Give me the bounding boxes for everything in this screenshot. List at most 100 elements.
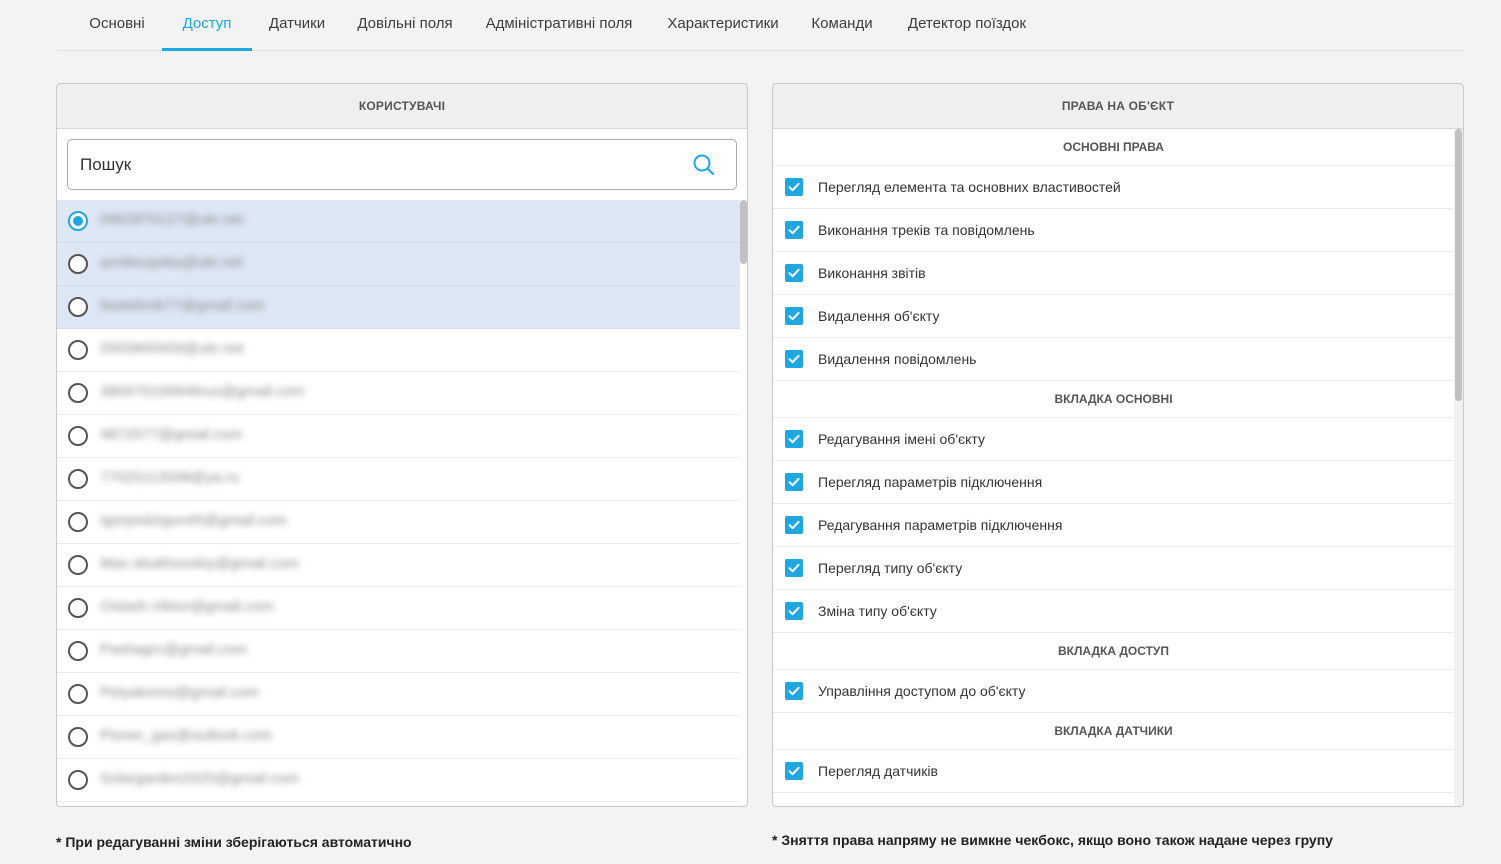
rights-section-title: ВКЛАДКА ДАТЧИКИ [773, 713, 1454, 750]
right-label: Видалення повідомлень [818, 351, 977, 367]
right-item[interactable]: Зміна типу об'єкту [773, 590, 1454, 633]
rights-list: ОСНОВНІ ПРАВА Перегляд елемента та основн… [773, 129, 1454, 806]
right-label: Редагування імені об'єкту [818, 431, 985, 447]
right-item[interactable]: Видалення повідомлень [773, 338, 1454, 381]
user-row[interactable]: 0505865959@ukr.net [57, 329, 740, 372]
user-email: Igorpodzigun45@gmail.com [100, 512, 287, 529]
user-list: 0662870127@ukr.net armbezpeka@ukr.net fast… [57, 200, 740, 806]
user-radio[interactable] [68, 641, 88, 661]
rights-list-scrollbar[interactable] [1454, 129, 1463, 806]
user-email: 0505865959@ukr.net [100, 340, 244, 357]
user-row[interactable]: Pashagrc@gmail.com [57, 630, 740, 673]
user-radio[interactable] [68, 297, 88, 317]
right-checkbox[interactable] [785, 516, 803, 534]
tab-access[interactable]: Доступ [162, 0, 252, 51]
search-icon[interactable] [692, 153, 716, 177]
rights-section-title: ВКЛАДКА ОСНОВНІ [773, 381, 1454, 418]
user-row[interactable]: Igorpodzigun45@gmail.com [57, 501, 740, 544]
user-row[interactable]: armbezpeka@ukr.net [57, 243, 740, 286]
right-checkbox[interactable] [785, 178, 803, 196]
user-list-scrollbar[interactable] [740, 200, 747, 806]
user-radio[interactable] [68, 211, 88, 231]
user-row[interactable]: Max.obukhovskiy@gmail.com [57, 544, 740, 587]
rights-section-title: ОСНОВНІ ПРАВА [773, 129, 1454, 166]
right-label: Перегляд датчиків [818, 763, 938, 779]
user-email: Pioner_gas@outlook.com [100, 727, 272, 744]
right-checkbox[interactable] [785, 762, 803, 780]
right-label: Перегляд параметрів підключення [818, 474, 1043, 490]
tab-commands[interactable]: Команди [807, 0, 877, 50]
user-row[interactable]: 380970106946rus@gmail.com [57, 372, 740, 415]
user-radio[interactable] [68, 598, 88, 618]
group-rights-note: * Зняття права напряму не вимкне чекбокс… [772, 832, 1333, 848]
user-row[interactable]: 0662870127@ukr.net [57, 200, 740, 243]
user-radio[interactable] [68, 469, 88, 489]
right-checkbox[interactable] [785, 473, 803, 491]
tab-trip-detector[interactable]: Детектор поїздок [901, 0, 1033, 50]
user-radio[interactable] [68, 684, 88, 704]
user-email: Petyakomo@gmail.com [100, 684, 259, 701]
tab-admin-fields[interactable]: Адміністративні поля [481, 0, 637, 50]
right-item[interactable]: Редагування імені об'єкту [773, 418, 1454, 461]
user-radio[interactable] [68, 770, 88, 790]
rights-section-title: ВКЛАДКА ДОСТУП [773, 633, 1454, 670]
user-row[interactable]: fasttehnik77@gmail.com [57, 286, 740, 329]
tab-characteristics[interactable]: Характеристики [661, 0, 785, 50]
right-label: Виконання треків та повідомлень [818, 222, 1035, 238]
rights-panel: ПРАВА НА ОБ'ЄКТ ОСНОВНІ ПРАВА Перегляд ел… [772, 83, 1464, 807]
right-label: Перегляд елемента та основних властивост… [818, 179, 1121, 195]
right-checkbox[interactable] [785, 559, 803, 577]
right-item[interactable]: Перегляд типу об'єкту [773, 547, 1454, 590]
users-panel-title: КОРИСТУВАЧІ [57, 84, 747, 129]
tab-sensors[interactable]: Датчики [262, 0, 332, 50]
user-row[interactable]: Solargarden2025@gmail.com [57, 759, 740, 802]
user-radio[interactable] [68, 383, 88, 403]
users-panel: КОРИСТУВАЧІ 0662870127@ukr.net armbezpeka… [56, 83, 748, 807]
user-radio[interactable] [68, 254, 88, 274]
user-email: Pashagrc@gmail.com [100, 641, 247, 658]
right-label: Редагування параметрів підключення [818, 517, 1063, 533]
right-label: Виконання звітів [818, 265, 926, 281]
right-checkbox[interactable] [785, 221, 803, 239]
user-row[interactable]: 4872577@gmail.com [57, 415, 740, 458]
tab-basic[interactable]: Основні [78, 0, 156, 50]
right-label: Перегляд типу об'єкту [818, 560, 963, 576]
user-radio[interactable] [68, 555, 88, 575]
search-box [67, 139, 737, 190]
search-input[interactable] [80, 140, 680, 189]
user-email: Solargarden2025@gmail.com [100, 770, 299, 787]
right-item[interactable]: Перегляд датчиків [773, 750, 1454, 793]
user-email: Max.obukhovskiy@gmail.com [100, 555, 299, 572]
right-checkbox[interactable] [785, 602, 803, 620]
right-label: Управління доступом до об'єкту [818, 683, 1026, 699]
autosave-note: * При редагуванні зміни зберігаються авт… [56, 834, 412, 850]
rights-panel-title: ПРАВА НА ОБ'ЄКТ [773, 84, 1463, 129]
right-checkbox[interactable] [785, 264, 803, 282]
user-radio[interactable] [68, 340, 88, 360]
user-email: 4872577@gmail.com [100, 426, 242, 443]
right-item[interactable]: Виконання треків та повідомлень [773, 209, 1454, 252]
user-radio[interactable] [68, 426, 88, 446]
user-radio[interactable] [68, 512, 88, 532]
right-item[interactable]: Видалення об'єкту [773, 295, 1454, 338]
right-item[interactable]: Редагування параметрів підключення [773, 504, 1454, 547]
user-row[interactable]: Petyakomo@gmail.com [57, 673, 740, 716]
user-radio[interactable] [68, 727, 88, 747]
right-item[interactable]: Перегляд параметрів підключення [773, 461, 1454, 504]
tab-bar: Основні Доступ Датчики Довільні поля Адм… [57, 0, 1464, 51]
user-row[interactable]: 77025113508@ya.ru [57, 458, 740, 501]
right-item[interactable]: Виконання звітів [773, 252, 1454, 295]
user-row[interactable]: Pioner_gas@outlook.com [57, 716, 740, 759]
right-label: Зміна типу об'єкту [818, 603, 937, 619]
tab-custom-fields[interactable]: Довільні поля [353, 0, 457, 50]
right-item[interactable]: Перегляд елемента та основних властивост… [773, 166, 1454, 209]
right-checkbox[interactable] [785, 307, 803, 325]
user-email: armbezpeka@ukr.net [100, 254, 243, 271]
right-item[interactable]: Управління доступом до об'єкту [773, 670, 1454, 713]
user-row[interactable]: Ostash.Viktor@gmail.com [57, 587, 740, 630]
right-checkbox[interactable] [785, 682, 803, 700]
right-checkbox[interactable] [785, 350, 803, 368]
right-label: Видалення об'єкту [818, 308, 940, 324]
right-checkbox[interactable] [785, 430, 803, 448]
user-email: fasttehnik77@gmail.com [100, 297, 265, 314]
